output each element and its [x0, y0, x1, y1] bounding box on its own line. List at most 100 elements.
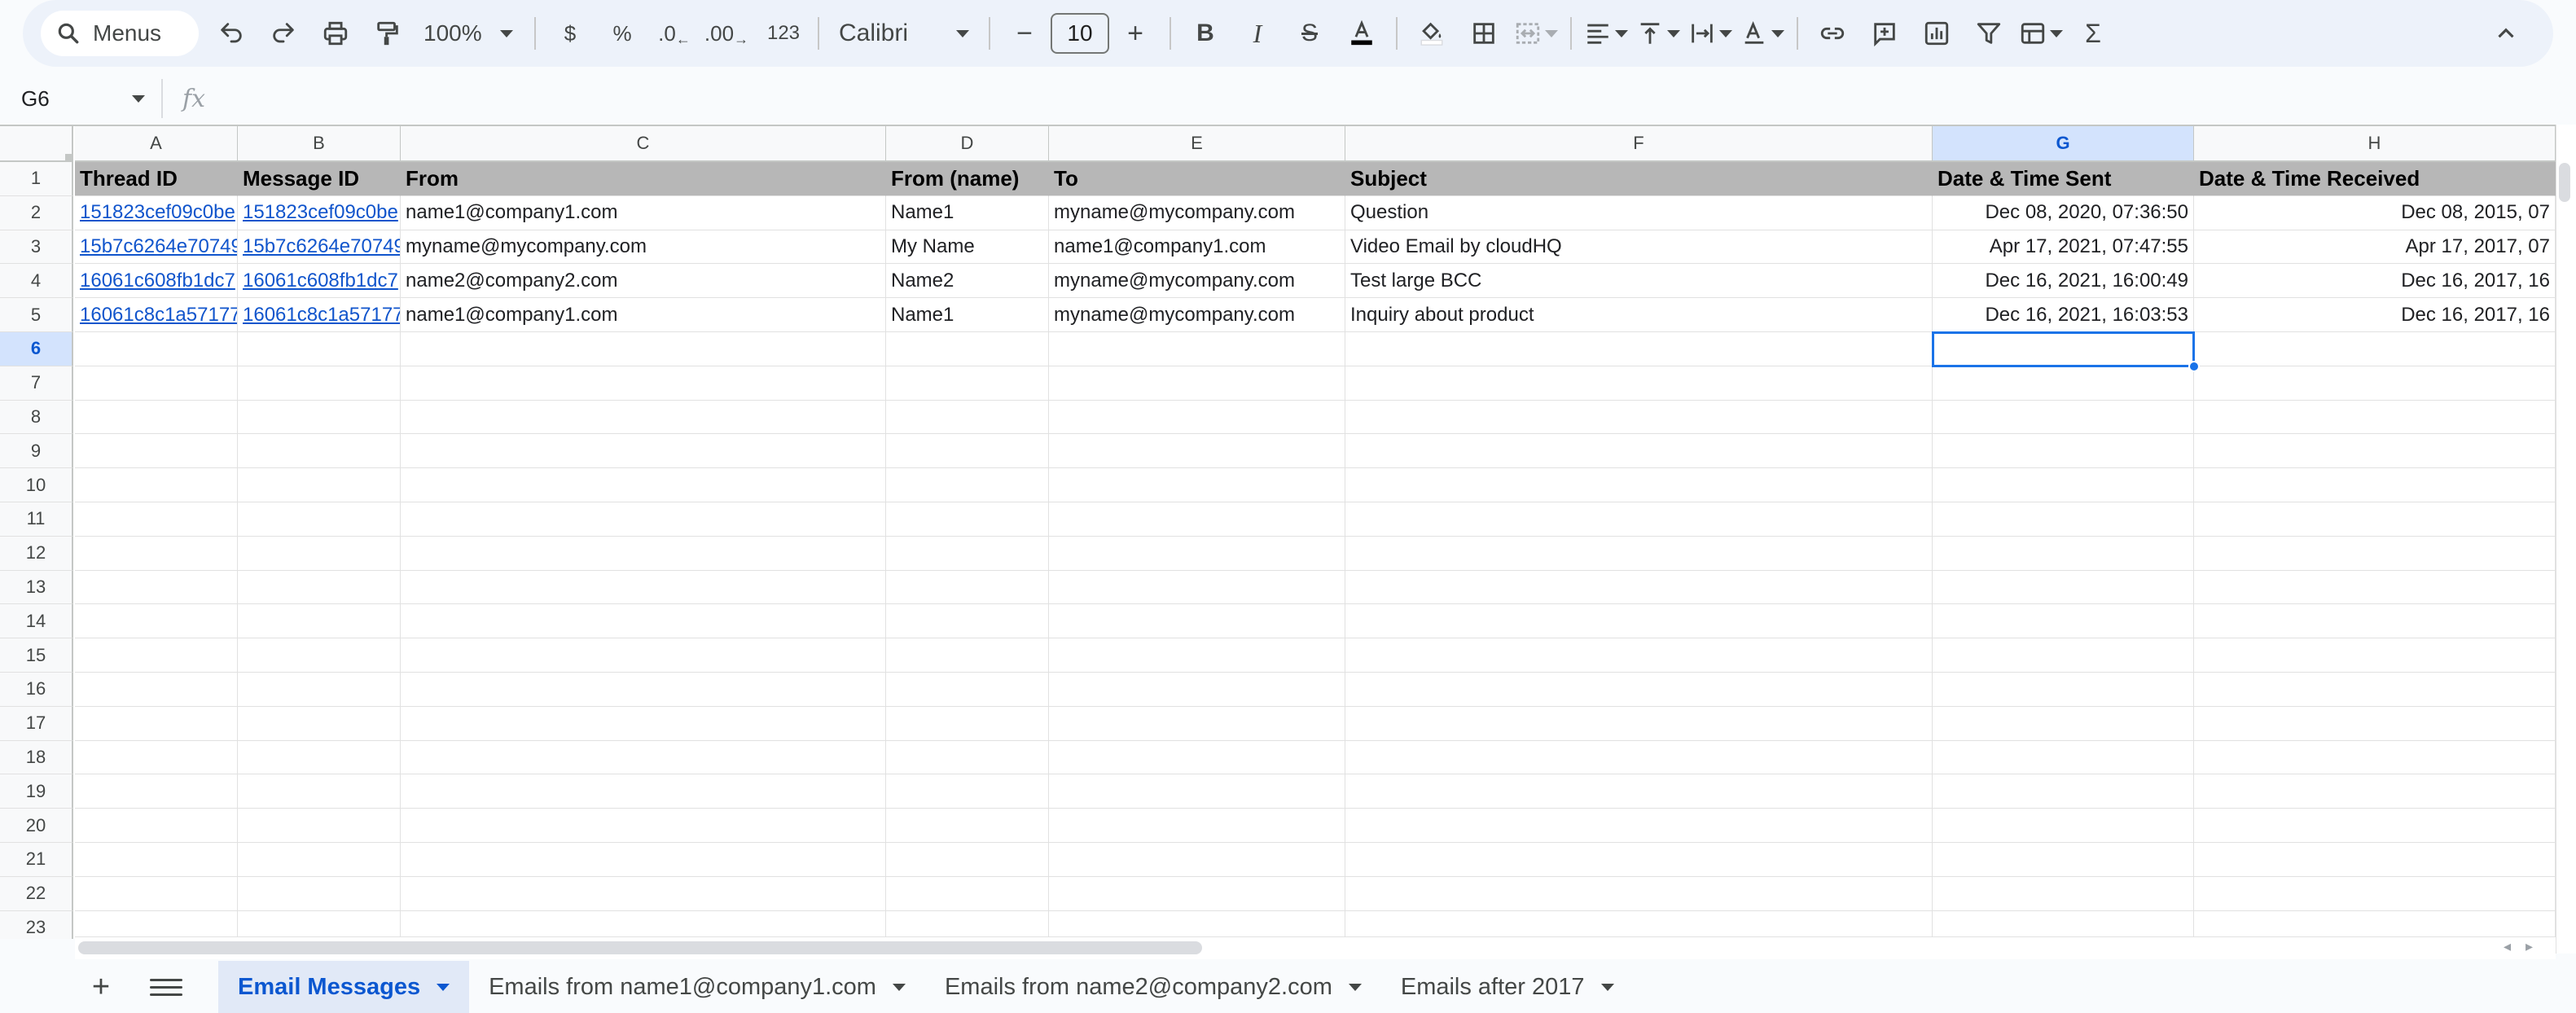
row-header-16[interactable]: 16 — [0, 673, 73, 707]
cell-b12[interactable] — [238, 536, 401, 571]
cell-e5[interactable]: myname@mycompany.com — [1049, 298, 1345, 332]
cell-e16[interactable] — [1049, 673, 1345, 707]
italic-button[interactable]: I — [1235, 11, 1280, 56]
cell-a9[interactable] — [75, 434, 238, 469]
sheet-tab[interactable]: Emails after 2017 — [1381, 961, 1634, 1013]
cell-f13[interactable] — [1345, 570, 1933, 605]
cell-b16[interactable] — [238, 673, 401, 707]
row-header-17[interactable]: 17 — [0, 706, 73, 741]
cell-a13[interactable] — [75, 570, 238, 605]
cell-f20[interactable] — [1345, 809, 1933, 843]
cell-d2[interactable]: Name1 — [886, 195, 1049, 230]
cell-h9[interactable] — [2194, 434, 2556, 469]
cell-h11[interactable] — [2194, 502, 2556, 537]
cell-a22[interactable] — [75, 876, 238, 911]
row-header-9[interactable]: 9 — [0, 434, 73, 469]
cell-g3[interactable]: Apr 17, 2021, 07:47:55 — [1933, 230, 2194, 265]
cell-d8[interactable] — [886, 400, 1049, 435]
horizontal-scrollbar-thumb[interactable] — [78, 941, 1202, 954]
cell-d23[interactable] — [886, 910, 1049, 939]
name-box[interactable]: G6 — [0, 79, 163, 118]
cell-f5[interactable]: Inquiry about product — [1345, 298, 1933, 332]
header-cell-h[interactable]: Date & Time Received — [2194, 162, 2556, 196]
column-header-a[interactable]: A — [75, 126, 238, 162]
cell-g12[interactable] — [1933, 536, 2194, 571]
cell-c17[interactable] — [401, 706, 886, 741]
cell-e21[interactable] — [1049, 843, 1345, 877]
cell-b23[interactable] — [238, 910, 401, 939]
cell-e18[interactable] — [1049, 740, 1345, 775]
cell-a14[interactable] — [75, 604, 238, 639]
select-all-corner[interactable] — [0, 126, 73, 162]
cell-e9[interactable] — [1049, 434, 1345, 469]
cell-e22[interactable] — [1049, 876, 1345, 911]
cell-a6[interactable] — [75, 332, 238, 366]
cell-h20[interactable] — [2194, 809, 2556, 843]
chevron-down-icon[interactable] — [892, 983, 906, 991]
column-header-c[interactable]: C — [401, 126, 886, 162]
cell-b4[interactable]: 16061c608fb1dc7 — [238, 264, 401, 299]
borders-button[interactable] — [1461, 11, 1507, 56]
cell-b15[interactable] — [238, 638, 401, 673]
cell-e17[interactable] — [1049, 706, 1345, 741]
column-header-g[interactable]: G — [1933, 126, 2194, 162]
column-header-h[interactable]: H — [2194, 126, 2556, 162]
cell-a23[interactable] — [75, 910, 238, 939]
cell-h16[interactable] — [2194, 673, 2556, 707]
merge-cells-button[interactable] — [1513, 11, 1559, 56]
header-cell-a[interactable]: Thread ID — [75, 162, 238, 196]
cell-h10[interactable] — [2194, 468, 2556, 502]
cell-h22[interactable] — [2194, 876, 2556, 911]
chevron-down-icon[interactable] — [437, 983, 450, 991]
collapse-toolbar-button[interactable] — [2483, 11, 2529, 56]
cell-g4[interactable]: Dec 16, 2021, 16:00:49 — [1933, 264, 2194, 299]
row-header-7[interactable]: 7 — [0, 366, 73, 401]
cell-d17[interactable] — [886, 706, 1049, 741]
cell-e13[interactable] — [1049, 570, 1345, 605]
row-header-4[interactable]: 4 — [0, 264, 73, 299]
row-header-23[interactable]: 23 — [0, 910, 73, 939]
cell-d5[interactable]: Name1 — [886, 298, 1049, 332]
row-header-6[interactable]: 6 — [0, 332, 73, 366]
column-header-d[interactable]: D — [886, 126, 1049, 162]
cell-b3[interactable]: 15b7c6264e70749 — [238, 230, 401, 265]
row-header-19[interactable]: 19 — [0, 774, 73, 809]
cell-a7[interactable] — [75, 366, 238, 401]
cell-h3[interactable]: Apr 17, 2017, 07 — [2194, 230, 2556, 265]
cell-e10[interactable] — [1049, 468, 1345, 502]
cell-h21[interactable] — [2194, 843, 2556, 877]
cell-c21[interactable] — [401, 843, 886, 877]
number-format-button[interactable]: 123 — [761, 11, 806, 56]
cell-h7[interactable] — [2194, 366, 2556, 401]
column-header-f[interactable]: F — [1345, 126, 1933, 162]
cell-b10[interactable] — [238, 468, 401, 502]
cell-d21[interactable] — [886, 843, 1049, 877]
cell-e15[interactable] — [1049, 638, 1345, 673]
cell-c20[interactable] — [401, 809, 886, 843]
cell-g21[interactable] — [1933, 843, 2194, 877]
cell-f16[interactable] — [1345, 673, 1933, 707]
cell-a2[interactable]: 151823cef09c0be — [75, 195, 238, 230]
sheet-tab[interactable]: Email Messages — [218, 961, 470, 1013]
cell-c4[interactable]: name2@company2.com — [401, 264, 886, 299]
sheet-tab[interactable]: Emails from name1@company1.com — [469, 961, 925, 1013]
header-cell-b[interactable]: Message ID — [238, 162, 401, 196]
cell-a15[interactable] — [75, 638, 238, 673]
cell-h12[interactable] — [2194, 536, 2556, 571]
cell-d14[interactable] — [886, 604, 1049, 639]
redo-button[interactable] — [261, 11, 306, 56]
cell-h6[interactable] — [2194, 332, 2556, 366]
cell-d13[interactable] — [886, 570, 1049, 605]
cell-a17[interactable] — [75, 706, 238, 741]
row-header-8[interactable]: 8 — [0, 400, 73, 435]
cell-d4[interactable]: Name2 — [886, 264, 1049, 299]
cell-e23[interactable] — [1049, 910, 1345, 939]
cell-c7[interactable] — [401, 366, 886, 401]
cell-f21[interactable] — [1345, 843, 1933, 877]
cell-g2[interactable]: Dec 08, 2020, 07:36:50 — [1933, 195, 2194, 230]
cell-b18[interactable] — [238, 740, 401, 775]
text-color-button[interactable] — [1339, 11, 1385, 56]
cell-b20[interactable] — [238, 809, 401, 843]
cell-g15[interactable] — [1933, 638, 2194, 673]
cell-e6[interactable] — [1049, 332, 1345, 366]
